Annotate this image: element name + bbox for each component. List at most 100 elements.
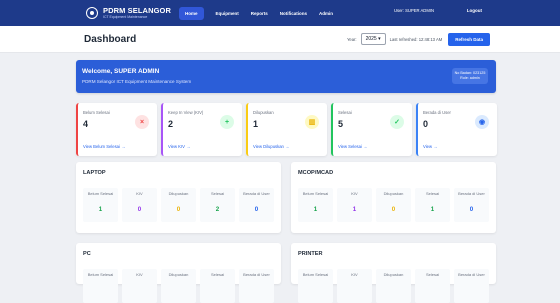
last-refreshed: Last refreshed: 12:48:13 AM bbox=[389, 36, 443, 42]
metric-label: Dilupuskan bbox=[168, 272, 189, 277]
metric-selesai: Selesai bbox=[200, 269, 235, 303]
metric-belum-selesai: Belum Selesai bbox=[83, 269, 118, 303]
pc-status-panel: PC Belum Selesai KIV Dilupuskan Selesai … bbox=[76, 243, 281, 303]
dashboard-controls: Year: 2025 ▾ Last refreshed: 12:48:13 AM… bbox=[347, 32, 490, 46]
metric-selesai: Selesai 2 bbox=[200, 188, 235, 222]
metrics-row: Belum Selesai 1 KIV 1 Dilupuskan 0 Selesai 1… bbox=[298, 188, 489, 222]
stat-card-berada-di-user: Berada di User 0 ◉ View → bbox=[416, 103, 497, 156]
stat-label: Belum Selesai bbox=[83, 110, 110, 115]
stat-card-dilupuskan: Dilupuskan 1 ▥ View Dilupuskan → bbox=[246, 103, 327, 156]
view-selesai-link[interactable]: View Selesai → bbox=[338, 144, 367, 149]
welcome-subtitle: PDRM Selangor ICT Equipment Maintenance … bbox=[82, 79, 192, 84]
metric-kiv: KIV bbox=[122, 269, 157, 303]
brand-title: PDRM SELANGOR bbox=[103, 6, 171, 16]
metric-dilupuskan: Dilupuskan 0 bbox=[376, 188, 411, 222]
view-user-link[interactable]: View → bbox=[423, 144, 437, 149]
metric-selesai: Selesai 1 bbox=[415, 188, 450, 222]
stat-card-kiv: Keep In View (KIV) 2 + View KIV → bbox=[161, 103, 242, 156]
printer-status-panel: PRINTER Belum Selesai KIV Dilupuskan Sel… bbox=[291, 243, 496, 303]
view-dilupuskan-link[interactable]: View Dilupuskan → bbox=[253, 144, 289, 149]
badge-number: No Badan: 023125 bbox=[454, 71, 486, 75]
panel-title: LAPTOP bbox=[83, 170, 106, 176]
metric-dilupuskan: Dilupuskan 0 bbox=[161, 188, 196, 222]
panel-title: PRINTER bbox=[298, 251, 323, 257]
metric-berada-di-user: Berada di User bbox=[454, 269, 489, 303]
stat-label: Berada di User bbox=[423, 110, 451, 115]
user-icon: ◉ bbox=[475, 115, 489, 129]
x-icon: × bbox=[135, 115, 149, 129]
metric-value: 1 bbox=[98, 206, 103, 213]
nav-links: Home Equipment Reports Notifications Adm… bbox=[179, 6, 333, 20]
brand[interactable]: PDRM SELANGOR ICT Equipment Maintenance bbox=[86, 7, 174, 19]
metric-label: KIV bbox=[136, 272, 143, 277]
stat-label: Dilupuskan bbox=[253, 110, 274, 115]
metrics-row: Belum Selesai KIV Dilupuskan Selesai Ber… bbox=[298, 269, 489, 303]
metric-belum-selesai: Belum Selesai 1 bbox=[83, 188, 118, 222]
plus-icon: + bbox=[220, 115, 234, 129]
metric-value: 0 bbox=[391, 206, 396, 213]
user-role: Role: admin bbox=[460, 75, 480, 80]
metric-label: Belum Selesai bbox=[87, 191, 114, 196]
metric-label: Selesai bbox=[425, 272, 440, 277]
page-title: Dashboard bbox=[84, 33, 137, 45]
metric-label: Belum Selesai bbox=[302, 191, 329, 196]
nav-equipment[interactable]: Equipment bbox=[216, 11, 239, 16]
metric-label: Selesai bbox=[210, 272, 225, 277]
year-select[interactable]: 2025 ▾ bbox=[360, 33, 386, 45]
metric-label: Dilupuskan bbox=[168, 191, 189, 196]
metric-kiv: KIV bbox=[337, 269, 372, 303]
welcome-title: Welcome, SUPER ADMIN bbox=[82, 68, 160, 75]
metric-label: Berada di User bbox=[243, 272, 270, 277]
metric-value: 0 bbox=[469, 206, 474, 213]
welcome-banner: Welcome, SUPER ADMIN PDRM Selangor ICT E… bbox=[76, 60, 496, 93]
nav-admin[interactable]: Admin bbox=[319, 11, 333, 16]
trash-icon: ▥ bbox=[305, 115, 319, 129]
metric-value: 0 bbox=[254, 206, 259, 213]
year-value: 2025 bbox=[365, 36, 377, 42]
view-kiv-link[interactable]: View KIV → bbox=[168, 144, 190, 149]
stat-label: Selesai bbox=[338, 110, 352, 115]
metric-label: KIV bbox=[351, 272, 358, 277]
nav-notifications[interactable]: Notifications bbox=[280, 11, 307, 16]
stat-card-selesai: Selesai 5 ✓ View Selesai → bbox=[331, 103, 412, 156]
metric-label: Dilupuskan bbox=[383, 191, 404, 196]
metric-value: 1 bbox=[430, 206, 435, 213]
metric-value: 1 bbox=[313, 206, 318, 213]
metric-berada-di-user: Berada di User 0 bbox=[454, 188, 489, 222]
current-user: User: SUPER ADMIN bbox=[393, 8, 434, 13]
metric-label: KIV bbox=[136, 191, 143, 196]
metric-dilupuskan: Dilupuskan bbox=[161, 269, 196, 303]
metric-label: Dilupuskan bbox=[383, 272, 404, 277]
nav-home[interactable]: Home bbox=[179, 6, 204, 20]
metric-value: 0 bbox=[137, 206, 142, 213]
nav-reports[interactable]: Reports bbox=[251, 11, 268, 16]
top-navigation: PDRM SELANGOR ICT Equipment Maintenance … bbox=[0, 0, 560, 26]
page-header: Dashboard Year: 2025 ▾ Last refreshed: 1… bbox=[0, 26, 560, 53]
refresh-data-button[interactable]: Refresh Data bbox=[448, 32, 490, 46]
metric-label: KIV bbox=[351, 191, 358, 196]
police-badge-icon bbox=[86, 7, 98, 19]
metric-selesai: Selesai bbox=[415, 269, 450, 303]
metric-label: Belum Selesai bbox=[87, 272, 114, 277]
metric-dilupuskan: Dilupuskan bbox=[376, 269, 411, 303]
metric-label: Berada di User bbox=[458, 191, 485, 196]
brand-subtitle: ICT Equipment Maintenance bbox=[103, 14, 148, 19]
metric-label: Berada di User bbox=[243, 191, 270, 196]
metrics-row: Belum Selesai KIV Dilupuskan Selesai Ber… bbox=[83, 269, 274, 303]
metric-kiv: KIV 1 bbox=[337, 188, 372, 222]
view-belum-selesai-link[interactable]: View Belum Selesai → bbox=[83, 144, 125, 149]
metric-label: Berada di User bbox=[458, 272, 485, 277]
metric-value: 1 bbox=[352, 206, 357, 213]
metric-label: Selesai bbox=[425, 191, 440, 196]
metric-belum-selesai: Belum Selesai bbox=[298, 269, 333, 303]
metric-berada-di-user: Berada di User bbox=[239, 269, 274, 303]
metrics-row: Belum Selesai 1 KIV 0 Dilupuskan 0 Selesai 2… bbox=[83, 188, 274, 222]
panel-title: MCOP/MCAD bbox=[298, 170, 334, 176]
metric-value: 0 bbox=[176, 206, 181, 213]
metric-label: Selesai bbox=[210, 191, 225, 196]
metric-kiv: KIV 0 bbox=[122, 188, 157, 222]
status-summary-cards: Belum Selesai 4 × View Belum Selesai → K… bbox=[76, 103, 497, 156]
metric-value: 2 bbox=[215, 206, 220, 213]
logout-button[interactable]: Logout bbox=[467, 8, 482, 13]
panel-title: PC bbox=[83, 251, 91, 257]
